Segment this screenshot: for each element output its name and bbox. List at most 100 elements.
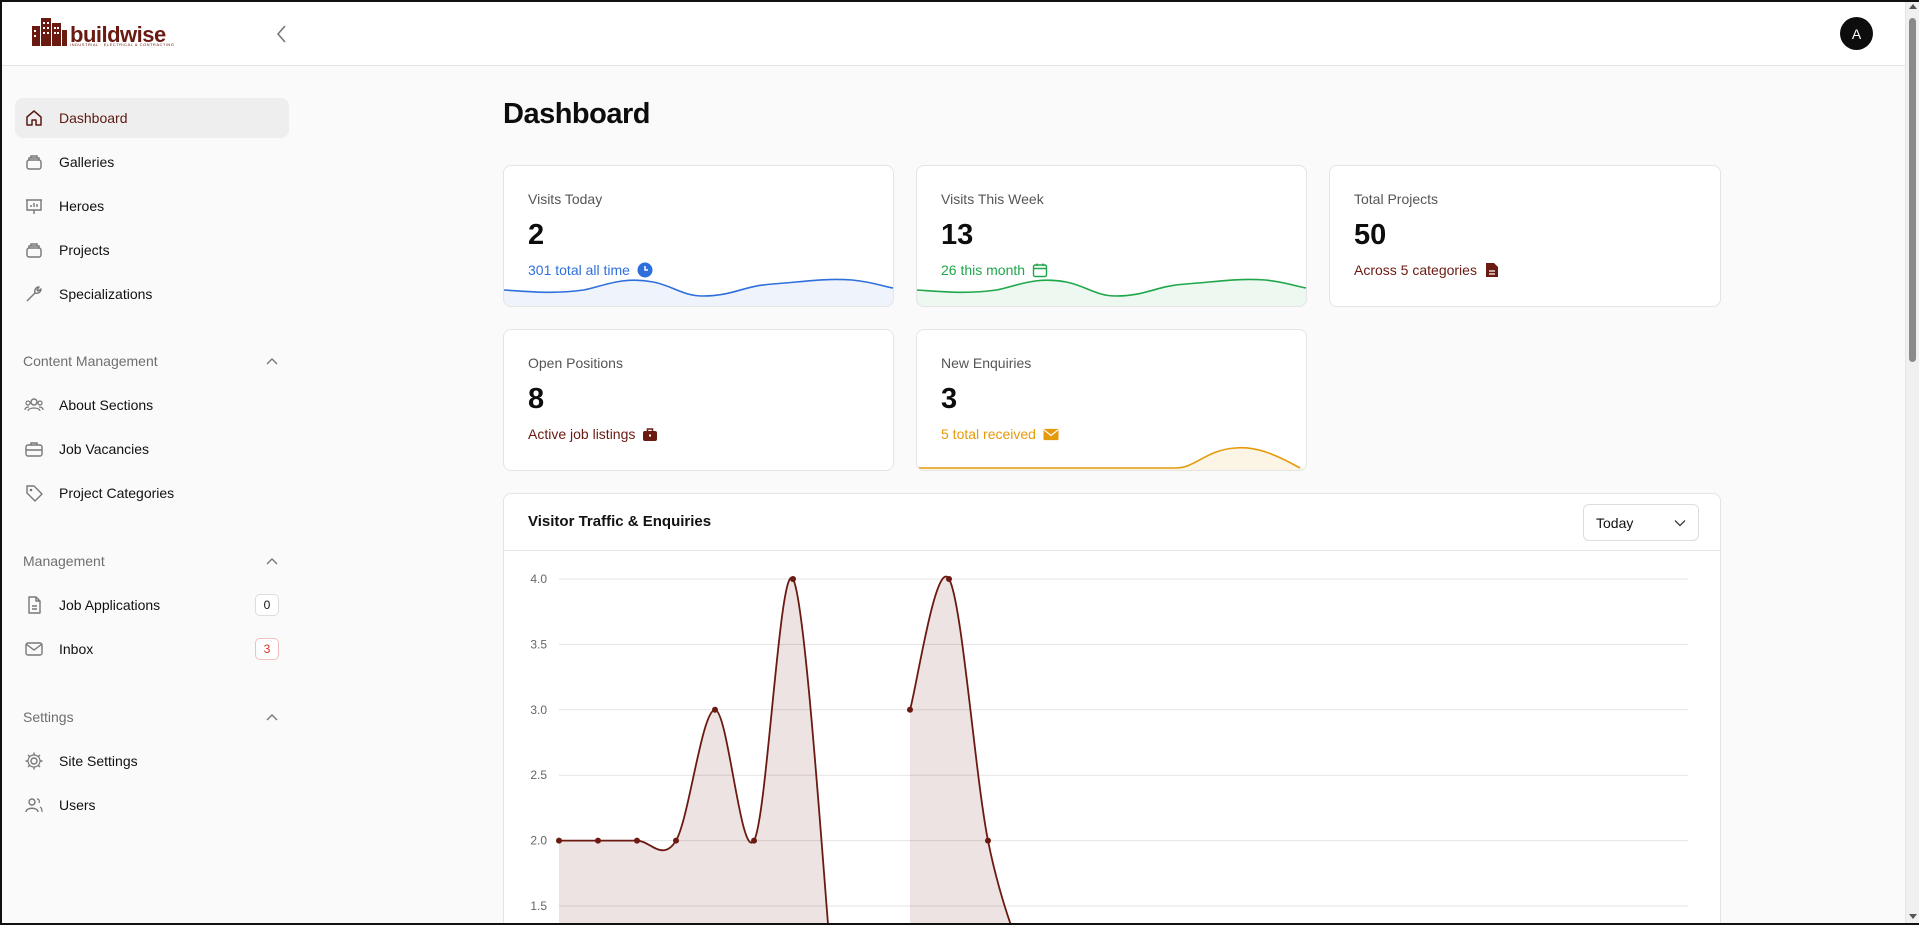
wrench-icon [23, 283, 45, 305]
sidebar-item-job-applications[interactable]: Job Applications 0 [15, 585, 289, 625]
sidebar-item-label: Inbox [59, 641, 94, 657]
y-tick-label: 3.5 [530, 637, 547, 651]
page-title: Dashboard [503, 98, 650, 130]
traffic-chart-card: Visitor Traffic & Enquiries Today 4.0 3.5… [503, 493, 1721, 925]
y-tick-label: 1.5 [530, 899, 547, 913]
section-label: Settings [23, 709, 74, 725]
y-tick-label: 4.0 [530, 572, 547, 586]
sidebar-item-users[interactable]: Users [15, 785, 289, 825]
data-point [907, 706, 913, 713]
data-point [673, 837, 679, 844]
envelope-icon [1043, 426, 1059, 442]
stat-subtext-label: Across 5 categories [1354, 262, 1477, 278]
scroll-down-arrow-icon[interactable] [1909, 914, 1917, 919]
data-point [985, 837, 991, 844]
data-point [595, 837, 601, 844]
stat-value: 2 [528, 219, 545, 251]
page-scrollbar[interactable] [1905, 0, 1919, 925]
section-label: Management [23, 553, 105, 569]
presentation-icon [23, 195, 45, 217]
collapse-sidebar-button[interactable] [270, 22, 294, 46]
sidebar-item-inbox[interactable]: Inbox 3 [15, 629, 289, 669]
layers-icon [23, 239, 45, 261]
top-bar: buildwise INDUSTRIAL · ELECTRICAL & CONT… [0, 0, 1905, 66]
sparkline-new-enquiries [917, 446, 1306, 470]
sidebar-item-dashboard[interactable]: Dashboard [15, 98, 289, 138]
stat-subtext-label: 301 total all time [528, 262, 630, 278]
sidebar-item-label: Galleries [59, 154, 115, 170]
chart-header: Visitor Traffic & Enquiries Today [504, 494, 1720, 551]
y-tick-label: 3.0 [530, 703, 547, 717]
document-icon [23, 594, 45, 616]
sidebar-item-label: Project Categories [59, 485, 175, 501]
sidebar: Dashboard Galleries Heroes Projects Spec… [0, 67, 300, 925]
stat-subtext: Active job listings [528, 426, 658, 442]
home-icon [23, 107, 45, 129]
sidebar-item-label: Users [59, 797, 96, 813]
sidebar-item-label: Dashboard [59, 110, 128, 126]
unread-badge: 3 [255, 638, 279, 660]
gear-icon [23, 750, 45, 772]
range-select-value: Today [1596, 514, 1634, 531]
stat-value: 3 [941, 383, 958, 415]
stat-card-visits-week: Visits This Week 13 26 this month [916, 165, 1307, 307]
sidebar-item-projects[interactable]: Projects [15, 230, 289, 270]
stat-subtext-label: 26 this month [941, 262, 1026, 278]
sidebar-item-about-sections[interactable]: About Sections [15, 385, 289, 425]
sidebar-item-label: Job Applications [59, 597, 161, 613]
users-icon [23, 794, 45, 816]
sidebar-item-label: Specializations [59, 286, 153, 302]
stat-subtext-label: 5 total received [941, 426, 1036, 442]
stat-subtext: 26 this month [941, 262, 1048, 278]
sidebar-item-galleries[interactable]: Galleries [15, 142, 289, 182]
section-settings[interactable]: Settings [15, 702, 289, 732]
stat-value: 13 [941, 219, 974, 251]
sidebar-item-project-categories[interactable]: Project Categories [15, 473, 289, 513]
stat-subtext: 301 total all time [528, 262, 653, 278]
sidebar-item-site-settings[interactable]: Site Settings [15, 741, 289, 781]
briefcase-icon [23, 438, 45, 460]
data-point [751, 837, 757, 844]
stat-card-open-positions: Open Positions 8 Active job listings [503, 329, 894, 471]
stat-label: Visits Today [528, 191, 603, 207]
scroll-thumb[interactable] [1909, 18, 1916, 362]
stat-value: 8 [528, 383, 545, 415]
logo-tagline: INDUSTRIAL · ELECTRICAL & CONTRACTING [70, 42, 175, 47]
layers-icon [23, 151, 45, 173]
chevron-down-icon [1674, 519, 1686, 526]
building-logo-icon [32, 18, 67, 46]
count-badge: 0 [255, 594, 279, 616]
y-tick-label: 2.0 [530, 834, 547, 848]
sidebar-item-heroes[interactable]: Heroes [15, 186, 289, 226]
scroll-up-arrow-icon[interactable] [1909, 4, 1917, 9]
section-content-management[interactable]: Content Management [15, 346, 289, 376]
stat-subtext: Across 5 categories [1354, 262, 1500, 278]
stat-card-visits-today: Visits Today 2 301 total all time [503, 165, 894, 307]
chevron-up-icon [265, 554, 279, 568]
series-area [559, 577, 829, 925]
users-group-icon [23, 394, 45, 416]
stat-value: 50 [1354, 219, 1387, 251]
sidebar-item-specializations[interactable]: Specializations [15, 274, 289, 314]
sidebar-item-label: Job Vacancies [59, 441, 150, 457]
mail-icon [23, 638, 45, 660]
data-point [634, 837, 640, 844]
sidebar-item-job-vacancies[interactable]: Job Vacancies [15, 429, 289, 469]
section-management[interactable]: Management [15, 546, 289, 576]
stat-subtext: 5 total received [941, 426, 1059, 442]
sidebar-item-label: About Sections [59, 397, 154, 413]
stat-label: Total Projects [1354, 191, 1439, 207]
briefcase-icon [642, 426, 658, 442]
chevron-up-icon [265, 354, 279, 368]
logo[interactable]: buildwise INDUSTRIAL · ELECTRICAL & CONT… [30, 16, 174, 47]
stat-card-new-enquiries: New Enquiries 3 5 total received [916, 329, 1307, 471]
sidebar-item-label: Heroes [59, 198, 105, 214]
data-point [946, 576, 952, 582]
stat-label: New Enquiries [941, 355, 1032, 371]
sparkline-visits-today [504, 278, 893, 306]
stat-label: Open Positions [528, 355, 623, 371]
range-select[interactable]: Today [1583, 504, 1699, 541]
avatar[interactable]: A [1840, 17, 1873, 50]
file-icon [1484, 262, 1500, 278]
calendar-icon [1032, 262, 1048, 278]
